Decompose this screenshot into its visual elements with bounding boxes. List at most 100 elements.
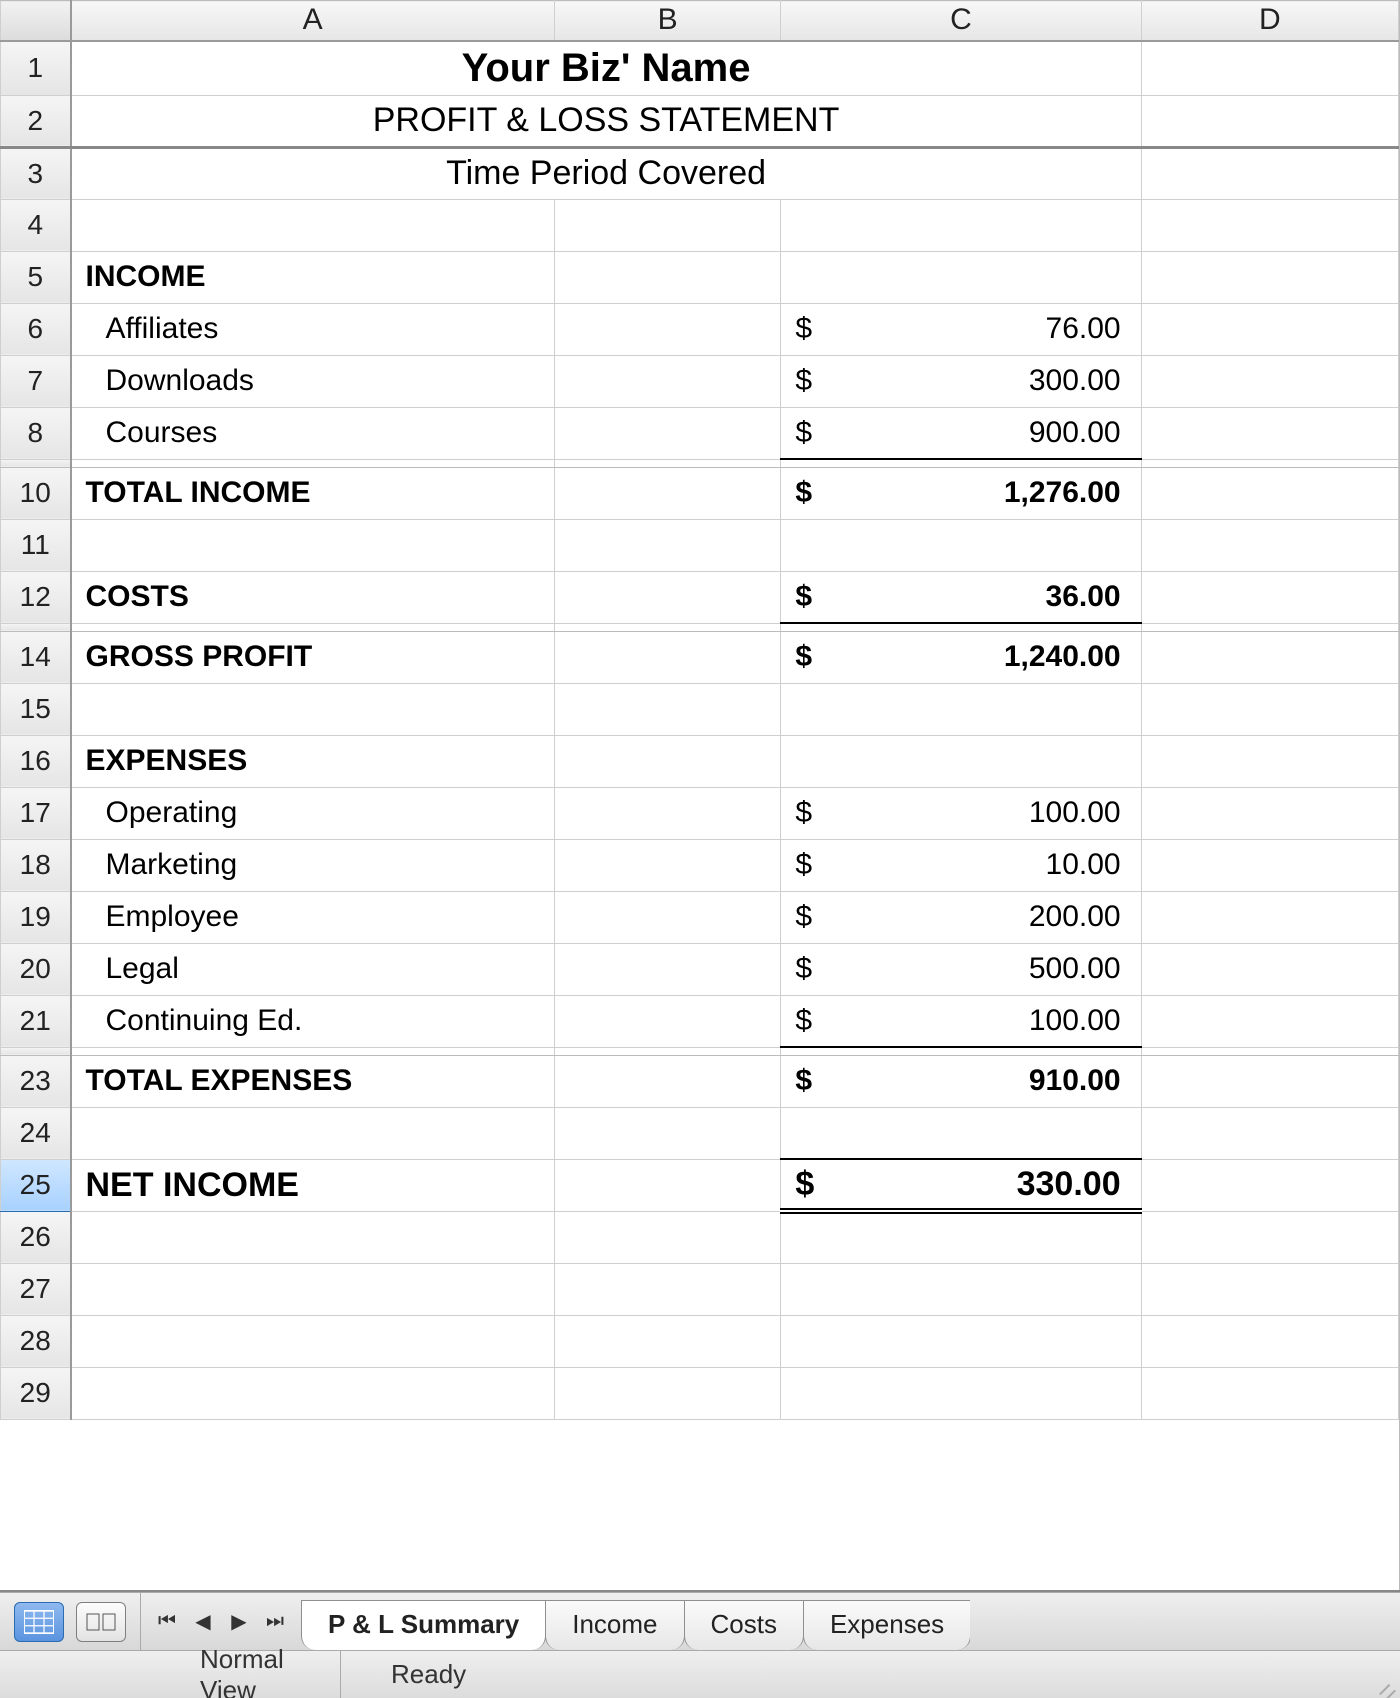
tab-income[interactable]: Income (545, 1600, 684, 1650)
cell-D8[interactable] (1141, 407, 1398, 459)
cell-D3[interactable] (1141, 147, 1398, 199)
col-header-B[interactable]: B (554, 1, 780, 41)
expense-item-label: Continuing Ed. (72, 996, 554, 1047)
row-header-1[interactable]: 1 (1, 41, 71, 96)
resize-grip-icon[interactable] (1360, 1655, 1400, 1695)
cell-income-1-label[interactable]: Downloads (71, 355, 555, 407)
page-layout-view-button[interactable] (76, 1602, 126, 1642)
spreadsheet-app: A B C D 1 Your Biz' Name (0, 0, 1400, 1698)
cell-costs-label[interactable]: COSTS (71, 571, 555, 623)
status-bar: Normal View Ready (0, 1650, 1400, 1698)
row-header-21[interactable]: 21 (1, 995, 71, 1047)
select-all-corner[interactable] (1, 1, 71, 41)
cell-D2[interactable] (1141, 95, 1398, 147)
row-header-4[interactable]: 4 (1, 199, 71, 251)
row-header-15[interactable]: 15 (1, 683, 71, 735)
row-header-9[interactable] (1, 459, 71, 467)
row-26: 26 (1, 1211, 1399, 1263)
cell-income-2-amount[interactable]: $900.00 (781, 407, 1141, 459)
row-header-20[interactable]: 20 (1, 943, 71, 995)
col-header-D[interactable]: D (1141, 1, 1398, 41)
currency-symbol: $ (795, 848, 812, 882)
cell-title[interactable]: Your Biz' Name (71, 41, 1142, 96)
tab-pl-summary[interactable]: P & L Summary (301, 1600, 546, 1650)
row-header-11[interactable]: 11 (1, 519, 71, 571)
cell-gross-profit-label[interactable]: GROSS PROFIT (71, 631, 555, 683)
cell-total-income-label[interactable]: TOTAL INCOME (71, 467, 555, 519)
row-header-29[interactable]: 29 (1, 1367, 71, 1419)
row-23: 23 TOTAL EXPENSES $910.00 (1, 1055, 1399, 1107)
cell-B10[interactable] (554, 467, 780, 519)
first-sheet-button[interactable]: ⏮ (151, 1602, 183, 1642)
row-header-7[interactable]: 7 (1, 355, 71, 407)
grid-icon (24, 1610, 54, 1634)
row-header-26[interactable]: 26 (1, 1211, 71, 1263)
cell-income-label[interactable]: INCOME (71, 251, 555, 303)
row-header-2[interactable]: 2 (1, 95, 71, 147)
cell-expenses-label[interactable]: EXPENSES (71, 735, 555, 787)
row-header-24[interactable]: 24 (1, 1107, 71, 1159)
cell-costs-amount[interactable]: $36.00 (781, 571, 1141, 623)
cell-C4[interactable] (781, 199, 1141, 251)
row-header-16[interactable]: 16 (1, 735, 71, 787)
row-header-27[interactable]: 27 (1, 1263, 71, 1315)
row-header-28[interactable]: 28 (1, 1315, 71, 1367)
next-sheet-button[interactable]: ▶ (223, 1602, 255, 1642)
cell-gross-profit-amount[interactable]: $1,240.00 (781, 631, 1141, 683)
cell-C5[interactable] (781, 251, 1141, 303)
row-2: 2 PROFIT & LOSS STATEMENT (1, 95, 1399, 147)
row-header-19[interactable]: 19 (1, 891, 71, 943)
row-header-17[interactable]: 17 (1, 787, 71, 839)
cell-income-0-label[interactable]: Affiliates (71, 303, 555, 355)
currency-symbol: $ (795, 364, 812, 398)
cell-net-income-amount[interactable]: $330.00 (781, 1159, 1141, 1211)
cell-B7[interactable] (554, 355, 780, 407)
cell-period[interactable]: Time Period Covered (71, 147, 1142, 199)
cell-D4[interactable] (1141, 199, 1398, 251)
gross-profit-amount: 1,240.00 (1004, 640, 1121, 674)
cell-D5[interactable] (1141, 251, 1398, 303)
tab-expenses[interactable]: Expenses (803, 1600, 970, 1650)
row-header-6[interactable]: 6 (1, 303, 71, 355)
row-header-8[interactable]: 8 (1, 407, 71, 459)
expense-item-amount: 100.00 (1029, 796, 1121, 830)
row-header-3[interactable]: 3 (1, 147, 71, 199)
row-header-5[interactable]: 5 (1, 251, 71, 303)
cell-subtitle[interactable]: PROFIT & LOSS STATEMENT (71, 95, 1142, 147)
currency-symbol: $ (795, 416, 812, 450)
col-header-C[interactable]: C (781, 1, 1141, 41)
normal-view-button[interactable] (14, 1602, 64, 1642)
cell-B4[interactable] (554, 199, 780, 251)
subtitle-text: PROFIT & LOSS STATEMENT (72, 96, 1141, 146)
prev-sheet-button[interactable]: ◀ (187, 1602, 219, 1642)
tab-costs[interactable]: Costs (684, 1600, 804, 1650)
row-header-18[interactable]: 18 (1, 839, 71, 891)
sheet-grid[interactable]: A B C D 1 Your Biz' Name (0, 0, 1399, 1590)
col-header-A[interactable]: A (71, 1, 555, 41)
income-item-amount: 76.00 (1046, 312, 1121, 346)
cell-B8[interactable] (554, 407, 780, 459)
row-header-13[interactable] (1, 623, 71, 631)
currency-symbol: $ (795, 640, 812, 674)
cell-income-2-label[interactable]: Courses (71, 407, 555, 459)
cell-D7[interactable] (1141, 355, 1398, 407)
row-6: 6 Affiliates $76.00 (1, 303, 1399, 355)
row-header-22[interactable] (1, 1047, 71, 1055)
cell-B6[interactable] (554, 303, 780, 355)
cell-B5[interactable] (554, 251, 780, 303)
cell-D1[interactable] (1141, 41, 1398, 96)
cell-A4[interactable] (71, 199, 555, 251)
currency-symbol: $ (795, 952, 812, 986)
row-header-23[interactable]: 23 (1, 1055, 71, 1107)
cell-D6[interactable] (1141, 303, 1398, 355)
row-header-12[interactable]: 12 (1, 571, 71, 623)
cell-income-1-amount[interactable]: $300.00 (781, 355, 1141, 407)
status-separator (340, 1651, 341, 1698)
row-header-25[interactable]: 25 (1, 1159, 71, 1211)
cell-D10[interactable] (1141, 467, 1398, 519)
cell-income-0-amount[interactable]: $76.00 (781, 303, 1141, 355)
row-header-14[interactable]: 14 (1, 631, 71, 683)
cell-total-income-amount[interactable]: $1,276.00 (781, 467, 1141, 519)
row-header-10[interactable]: 10 (1, 467, 71, 519)
last-sheet-button[interactable]: ⏭ (259, 1602, 291, 1642)
